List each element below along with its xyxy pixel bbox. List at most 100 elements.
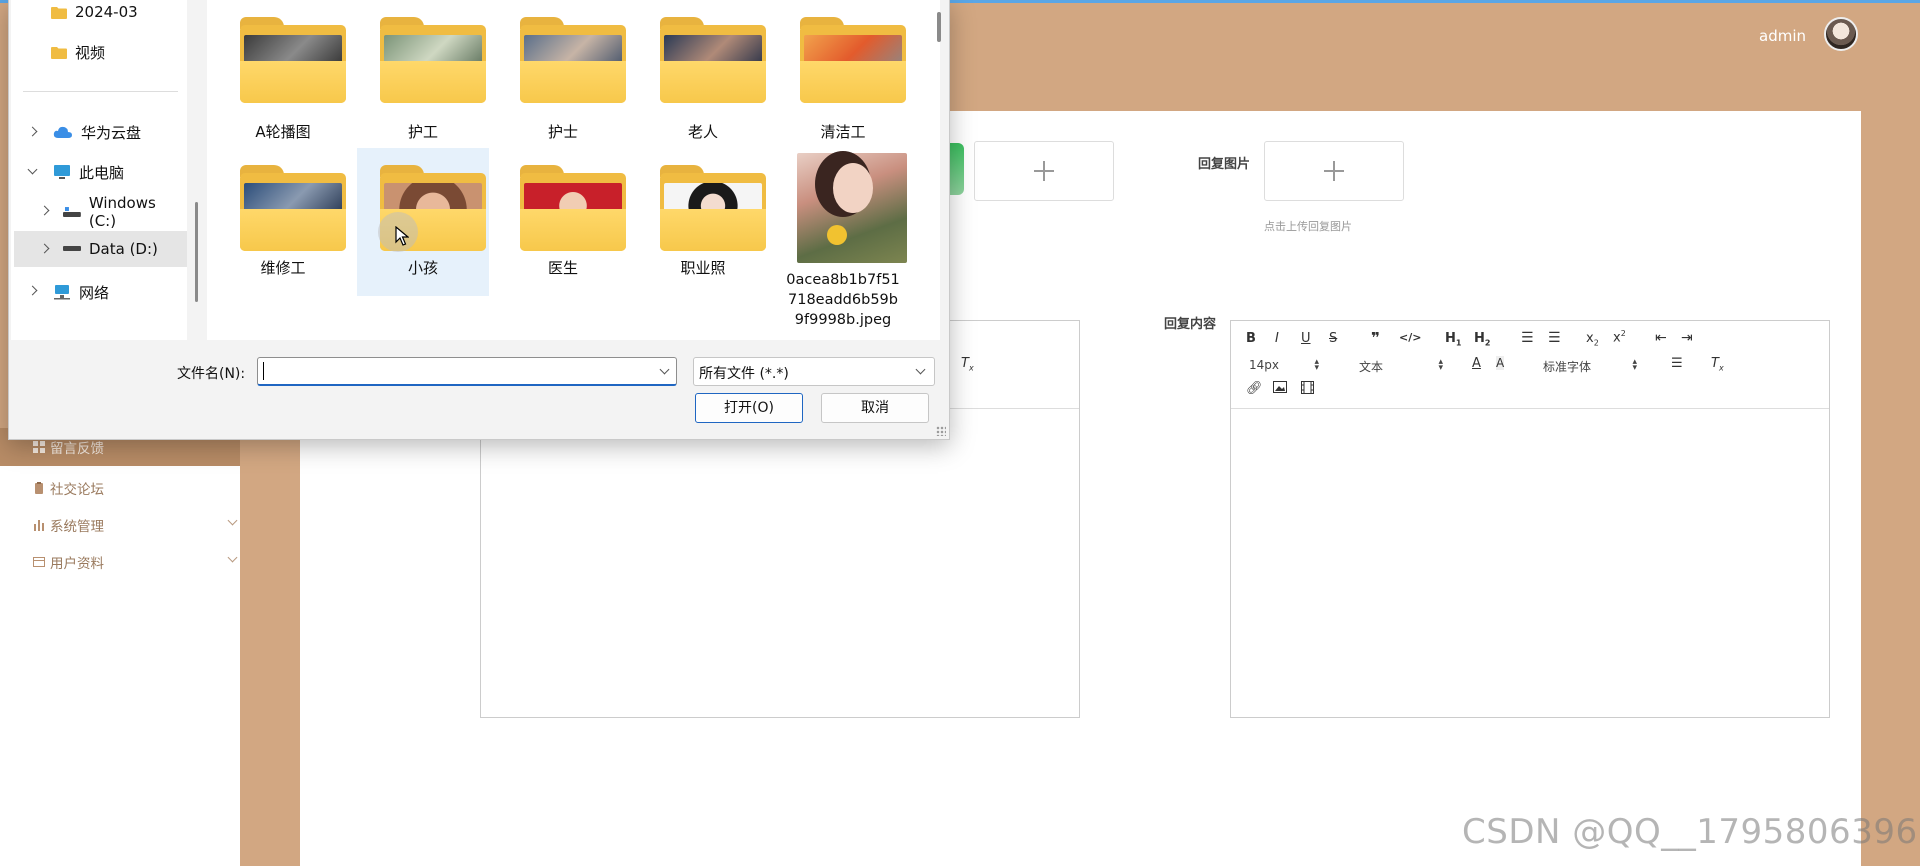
image-thumbnail [797, 153, 907, 263]
italic-icon[interactable]: I [1275, 331, 1279, 346]
sidebar-item-label: 社交论坛 [50, 482, 104, 498]
nav-item-windows-c[interactable]: Windows (C:) [63, 194, 187, 230]
plus-icon [1324, 161, 1344, 181]
reply-image-label: 回复图片 [1198, 157, 1251, 172]
select-arrows-icon: ▴ ▾ [1632, 357, 1637, 373]
chevron-down-icon[interactable] [659, 364, 670, 375]
chevron-down-icon [227, 515, 238, 526]
folder-icon [660, 165, 766, 251]
sidebar-item-user-profile[interactable]: 用户资料 [33, 552, 238, 572]
folder-item-hovered[interactable]: 小孩 [357, 148, 489, 296]
chevron-right-icon[interactable] [39, 243, 50, 254]
clipboard-icon [35, 482, 43, 494]
underline-icon[interactable]: U [1301, 331, 1311, 346]
folder-item[interactable]: 护士 [497, 0, 629, 148]
ordered-list-icon[interactable]: ☰ [1521, 330, 1534, 346]
video-icon[interactable] [1301, 381, 1314, 398]
nav-item-this-pc[interactable]: 此电脑 [53, 154, 124, 190]
reply-image-upload-box[interactable] [1264, 141, 1404, 201]
avatar[interactable] [1824, 17, 1858, 51]
reply-content-editor[interactable]: B I U S ❞ </> H1 H2 ☰ ☰ x2 x2 ⇤ ⇥ 14px ▴ ▾… [1230, 320, 1830, 718]
sidebar-item-system[interactable]: 系统管理 [33, 515, 238, 535]
clear-format-icon[interactable]: Tx [1711, 356, 1724, 373]
bar-chart-icon [34, 520, 44, 531]
font-size-select[interactable]: 14px ▴ ▾ [1249, 357, 1319, 373]
nav-item-videos[interactable]: 视频 [51, 34, 105, 70]
image-upload-box[interactable] [974, 141, 1114, 201]
nav-separator [23, 91, 178, 92]
nav-item-huawei-cloud[interactable]: 华为云盘 [53, 114, 141, 150]
editor-toolbar: B I U S ❞ </> H1 H2 ☰ ☰ x2 x2 ⇤ ⇥ 14px ▴ ▾… [1231, 321, 1829, 409]
file-type-select[interactable]: 所有文件 (*.*) [693, 357, 935, 386]
folder-item[interactable]: 护工 [357, 0, 489, 148]
paragraph-select[interactable]: 文本 ▴ ▾ [1359, 358, 1443, 375]
nav-item-network[interactable]: 网络 [53, 274, 109, 310]
filename-label: 文件名(N): [177, 366, 246, 382]
folder-icon [800, 17, 906, 103]
folder-item[interactable]: 维修工 [217, 148, 349, 296]
network-icon [54, 285, 70, 300]
strikethrough-icon[interactable]: S [1329, 331, 1337, 346]
nav-scrollbar[interactable] [195, 202, 198, 302]
code-icon[interactable]: </> [1399, 331, 1421, 344]
chevron-down-icon [227, 552, 238, 563]
heading1-icon[interactable]: H1 [1445, 331, 1461, 348]
folder-item[interactable]: 医生 [497, 148, 629, 296]
align-icon[interactable]: ☰ [1671, 356, 1683, 371]
background-color-icon[interactable]: A [1496, 356, 1505, 370]
select-arrows-icon: ▴ ▾ [1438, 357, 1443, 373]
reply-content-label: 回复内容 [1164, 317, 1217, 332]
chevron-right-icon[interactable] [39, 205, 50, 216]
folder-item[interactable]: 清洁工 [777, 0, 909, 148]
open-button[interactable]: 打开(O) [695, 393, 803, 423]
bullet-list-icon[interactable]: ☰ [1548, 330, 1561, 346]
file-open-dialog: 2024-03 视频 华为云盘 此电脑 Windows (C:) Data (D… [8, 0, 950, 440]
outdent-icon[interactable]: ⇤ [1655, 330, 1667, 346]
link-icon[interactable]: 🔗︎ [1246, 381, 1263, 396]
heading2-icon[interactable]: H2 [1474, 331, 1490, 348]
bold-icon[interactable]: B [1246, 331, 1256, 346]
folder-icon [380, 17, 486, 103]
chevron-down-icon [915, 364, 926, 375]
folder-icon [520, 165, 626, 251]
blockquote-icon[interactable]: ❞ [1371, 329, 1380, 347]
image-icon[interactable] [1273, 381, 1287, 397]
chevron-right-icon[interactable] [27, 126, 38, 137]
indent-icon[interactable]: ⇥ [1681, 330, 1693, 346]
folder-item[interactable]: A轮播图 [217, 0, 349, 148]
subscript-icon[interactable]: x2 [1586, 331, 1599, 348]
sidebar-item-label: 用户资料 [50, 556, 104, 572]
font-family-select[interactable]: 标准字体 ▴ ▾ [1543, 358, 1637, 375]
watermark: CSDN @QQ__1795806396 [1462, 812, 1918, 852]
folder-icon [520, 17, 626, 103]
sidebar-item-label: 留言反馈 [50, 441, 104, 457]
folder-icon [51, 46, 67, 59]
reply-image-tip: 点击上传回复图片 [1264, 220, 1352, 233]
image-file-item[interactable]: 0acea8b1b7f51 718eadd6b59b 9f9998b.jpeg [777, 148, 909, 338]
folder-icon [51, 6, 67, 19]
chevron-right-icon[interactable] [27, 285, 38, 296]
folder-icon [240, 17, 346, 103]
sidebar-menu: 留言反馈 社交论坛 系统管理 用户资料 [0, 428, 240, 866]
user-name[interactable]: admin [1759, 27, 1806, 45]
folder-icon [240, 165, 346, 251]
folder-item[interactable]: 老人 [637, 0, 769, 148]
clear-format-icon[interactable]: Tx [961, 356, 974, 373]
font-color-icon[interactable]: A [1472, 356, 1481, 371]
superscript-icon[interactable]: x2 [1613, 329, 1626, 345]
chevron-down-icon[interactable] [27, 164, 38, 175]
navigation-pane: 2024-03 视频 华为云盘 此电脑 Windows (C:) Data (D… [11, 0, 187, 340]
grid-icon [33, 441, 45, 453]
folder-icon [660, 17, 766, 103]
cancel-button[interactable]: 取消 [821, 393, 929, 423]
sidebar-item-forum[interactable]: 社交论坛 [33, 478, 104, 498]
filename-input[interactable] [257, 357, 677, 386]
drive-icon [63, 207, 81, 217]
resize-grip-icon[interactable] [936, 426, 946, 436]
file-list: A轮播图 护工 护士 老人 清洁工 维修工 小孩 医生 职业照 0acea8b1… [207, 0, 940, 340]
select-arrows-icon: ▴ ▾ [1314, 357, 1319, 373]
nav-item-2024-03[interactable]: 2024-03 [51, 0, 138, 30]
file-list-scrollbar[interactable] [937, 12, 941, 42]
folder-item[interactable]: 职业照 [637, 148, 769, 296]
nav-item-data-d[interactable]: Data (D:) [14, 231, 187, 267]
